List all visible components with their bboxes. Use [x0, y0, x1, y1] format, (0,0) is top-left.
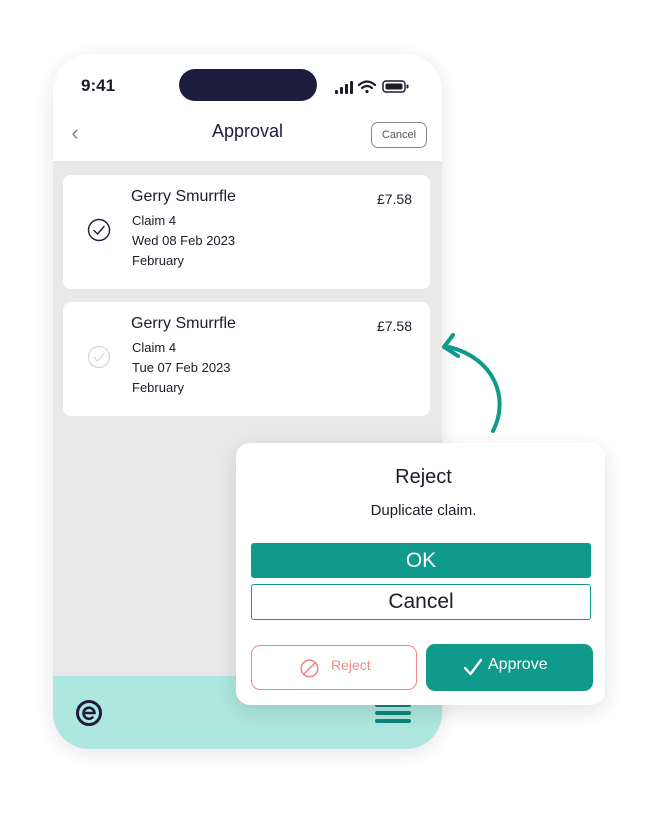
claim-date: Wed 08 Feb 2023 — [132, 233, 236, 248]
cancel-button[interactable]: Cancel — [251, 584, 591, 620]
battery-icon — [382, 80, 409, 93]
dialog-message: Duplicate claim. — [370, 502, 477, 519]
claim-date: Tue 07 Feb 2023 — [132, 360, 231, 375]
signal-icon — [335, 81, 353, 94]
reject-button[interactable]: Reject — [251, 645, 417, 690]
reject-label: Reject — [331, 657, 371, 673]
status-time: 9:41 — [81, 76, 116, 95]
e-logo-icon[interactable] — [75, 699, 103, 727]
curved-arrow-icon — [442, 333, 502, 433]
status-icons — [335, 80, 409, 94]
claim-card[interactable]: Gerry Smurrfle Claim 4 Wed 08 Feb 2023 F… — [63, 175, 430, 289]
dialog-title: Reject — [395, 466, 452, 488]
claim-number: Claim 4 — [132, 340, 177, 355]
approve-label: Approve — [488, 656, 548, 673]
claim-month: February — [132, 253, 185, 268]
claimant-name: Gerry Smurrfle — [131, 315, 236, 332]
checkmark-circle-icon[interactable] — [87, 218, 111, 242]
checkmark-icon — [463, 658, 483, 676]
hamburger-menu-icon[interactable] — [375, 703, 411, 727]
dynamic-island — [179, 69, 317, 101]
claimant-name: Gerry Smurrfle — [131, 188, 236, 205]
nav-cancel-button[interactable]: Cancel — [371, 122, 427, 148]
claim-month: February — [132, 380, 185, 395]
claim-number: Claim 4 — [132, 213, 177, 228]
checkmark-circle-icon[interactable] — [87, 345, 111, 369]
wifi-icon — [357, 80, 377, 94]
claim-amount: £7.58 — [376, 191, 412, 207]
reject-dialog: Reject Duplicate claim. OK Cancel Reject… — [236, 443, 605, 705]
ok-button[interactable]: OK — [251, 543, 591, 578]
approve-button[interactable]: Approve — [426, 644, 593, 691]
claim-card[interactable]: Gerry Smurrfle Claim 4 Tue 07 Feb 2023 F… — [63, 302, 430, 416]
claim-amount: £7.58 — [376, 318, 412, 334]
header: 9:41 ‹ Approval Cancel — [53, 54, 442, 161]
prohibited-icon — [300, 659, 319, 678]
